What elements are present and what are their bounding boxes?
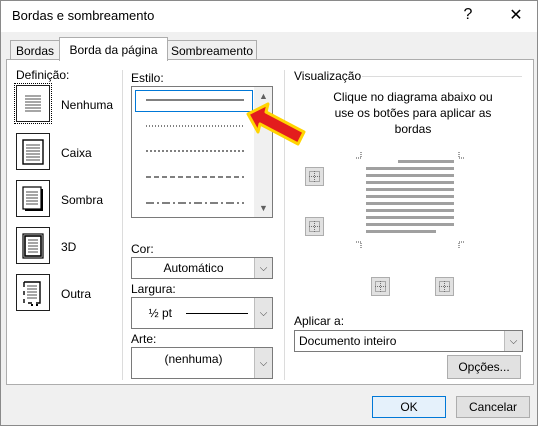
tab-borda-da-pagina[interactable]: Borda da página — [59, 37, 168, 61]
setting-box[interactable] — [16, 133, 50, 170]
separator-left — [122, 70, 123, 380]
shadow-icon — [16, 180, 50, 217]
dialog-title: Bordas e sombreamento — [12, 8, 155, 23]
right-border-icon — [439, 281, 450, 292]
aplicar-select[interactable]: Documento inteiro ⌵ — [294, 330, 523, 352]
aplicar-label: Aplicar a: — [294, 314, 345, 328]
help-button[interactable]: ? — [452, 0, 484, 30]
bottom-border-icon — [309, 221, 320, 232]
right-border-button[interactable] — [435, 277, 454, 296]
custom-icon — [16, 274, 50, 311]
cor-select[interactable]: Automático ⌵ — [131, 257, 273, 279]
largura-sample-line — [186, 312, 248, 314]
cancelar-button[interactable]: Cancelar — [456, 396, 530, 418]
red-arrow-annotation — [246, 102, 306, 146]
opcoes-button[interactable]: Opções... — [447, 355, 521, 379]
arte-select[interactable]: (nenhuma) ⌵ — [131, 347, 273, 379]
ok-button[interactable]: OK — [372, 396, 446, 418]
largura-select[interactable]: ½ pt ⌵ — [131, 297, 273, 329]
bottom-border-button[interactable] — [305, 217, 324, 236]
setting-custom-label: Outra — [61, 287, 92, 301]
none-icon — [14, 83, 52, 124]
setting-none-label: Nenhuma — [61, 98, 114, 112]
cor-label: Cor: — [131, 242, 154, 256]
close-button[interactable]: ✕ — [500, 0, 532, 30]
style-samples — [146, 99, 244, 204]
tab-sombreamento[interactable]: Sombreamento — [167, 40, 257, 60]
aplicar-value: Documento inteiro — [299, 334, 397, 348]
setting-box-label: Caixa — [61, 146, 92, 160]
setting-shadow-label: Sombra — [61, 193, 104, 207]
visualizacao-hint: Clique no diagrama abaixo ou use os botõ… — [333, 90, 493, 136]
setting-none[interactable] — [14, 83, 52, 124]
tab-bordas[interactable]: Bordas — [10, 40, 60, 60]
estilo-label: Estilo: — [131, 71, 164, 85]
chevron-down-icon: ⌵ — [254, 348, 272, 378]
setting-shadow[interactable] — [16, 180, 50, 217]
setting-3d[interactable] — [16, 227, 50, 264]
setting-custom[interactable] — [16, 274, 50, 311]
chevron-down-icon: ⌵ — [504, 331, 522, 351]
definicao-label: Definição: — [16, 68, 70, 82]
left-border-button[interactable] — [371, 277, 390, 296]
cor-value: Automático — [163, 261, 224, 275]
preview-text-block — [366, 160, 454, 233]
visualizacao-group-line — [362, 76, 522, 77]
largura-label: Largura: — [131, 282, 176, 296]
chevron-down-icon: ⌵ — [254, 298, 272, 328]
top-border-button[interactable] — [305, 167, 324, 186]
largura-value: ½ pt — [148, 306, 172, 320]
visualizacao-label: Visualização — [294, 69, 362, 83]
arte-value: (nenhuma) — [164, 352, 223, 366]
scroll-down-icon[interactable]: ▼ — [255, 201, 272, 215]
chevron-down-icon: ⌵ — [254, 258, 272, 278]
arte-label: Arte: — [131, 332, 157, 346]
3d-icon — [16, 227, 50, 264]
box-icon — [16, 133, 50, 170]
setting-3d-label: 3D — [61, 240, 77, 254]
top-border-icon — [309, 171, 320, 182]
left-border-icon — [375, 281, 386, 292]
